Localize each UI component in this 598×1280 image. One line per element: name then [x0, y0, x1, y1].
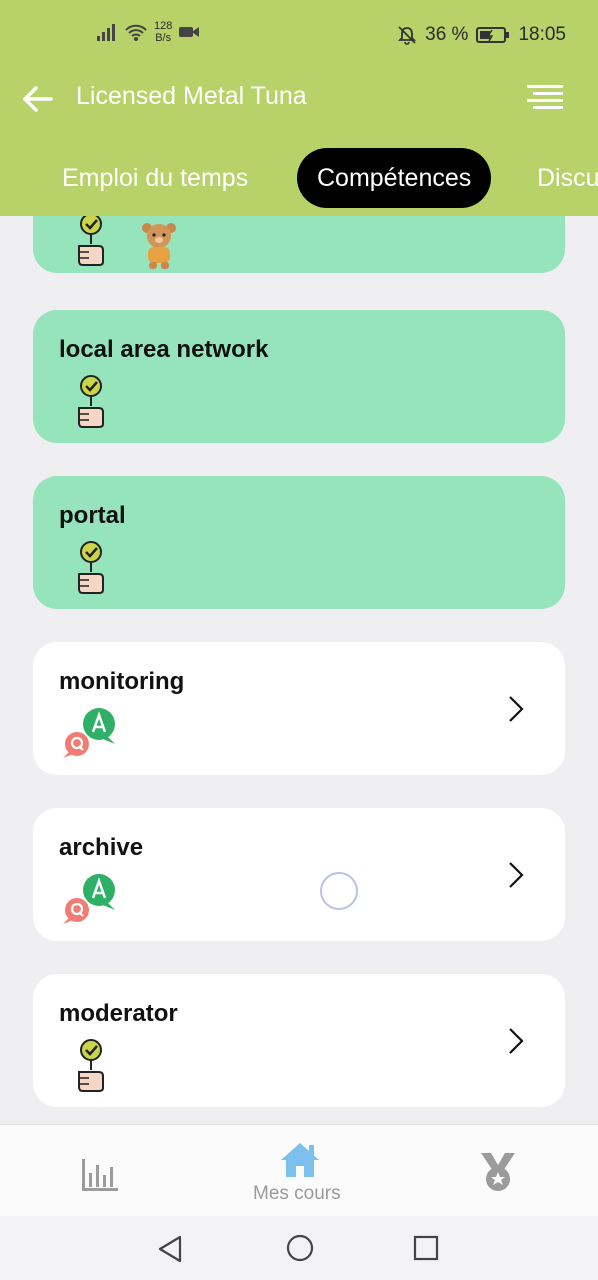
page-title: Licensed Metal Tuna [76, 82, 307, 110]
competence-list[interactable]: local area network portal monitoring arc… [0, 216, 598, 1124]
list-item[interactable]: local area network [33, 310, 565, 443]
list-item[interactable]: monitoring [33, 642, 565, 775]
net-speed: 128 B/s [154, 20, 172, 44]
chevron-right-icon[interactable] [507, 860, 525, 890]
status-bar: 128 B/s 36 % 18:05 [0, 0, 598, 70]
net-speed-value: 128 [154, 20, 173, 32]
tab-bar: Emploi du temps Compétences Discu [0, 148, 598, 208]
item-title: local area network [59, 336, 269, 363]
tab-emploi-du-temps[interactable]: Emploi du temps [62, 148, 248, 208]
list-item[interactable]: archive [33, 808, 565, 941]
item-title: archive [59, 834, 144, 861]
bear-mascot-icon [142, 223, 176, 269]
menu-icon[interactable] [527, 84, 563, 112]
nav-recents-icon[interactable] [412, 1234, 440, 1262]
clock: 18:05 [518, 24, 566, 45]
item-title: monitoring [59, 668, 185, 695]
nav-back-icon[interactable] [156, 1234, 184, 1264]
list-item[interactable]: moderator [33, 974, 565, 1107]
back-arrow-icon[interactable] [20, 84, 54, 114]
video-icon [179, 27, 200, 37]
list-item[interactable] [33, 216, 565, 273]
bar-chart-icon[interactable] [80, 1155, 120, 1191]
qa-bubbles-icon [63, 708, 115, 758]
bell-off-icon [397, 26, 417, 45]
status-left: 128 B/s [96, 20, 200, 44]
competence-hand-icon [78, 216, 104, 266]
item-title: portal [59, 502, 126, 529]
chevron-right-icon[interactable] [507, 1026, 525, 1056]
loading-spinner [320, 872, 358, 910]
competence-hand-icon [78, 1039, 104, 1092]
medal-icon[interactable] [477, 1151, 519, 1193]
app-bar: Licensed Metal Tuna Emploi du temps Comp… [0, 70, 598, 216]
list-item[interactable]: portal [33, 476, 565, 609]
bottom-nav: Mes cours [0, 1124, 598, 1216]
system-nav-bar [0, 1216, 598, 1280]
tab-competences[interactable]: Compétences [297, 148, 492, 208]
battery-icon [476, 27, 510, 43]
competence-hand-icon [78, 541, 104, 594]
net-speed-unit: B/s [155, 32, 172, 44]
home-icon[interactable] [279, 1141, 321, 1179]
status-right: 36 % 18:05 [397, 24, 566, 46]
nav-label-mes-cours[interactable]: Mes cours [253, 1183, 341, 1205]
nav-home-icon[interactable] [285, 1233, 315, 1263]
battery-percent: 36 % [425, 24, 469, 45]
competence-hand-icon [78, 375, 104, 428]
item-title: moderator [59, 1000, 178, 1027]
wifi-icon [125, 24, 147, 41]
tab-discussions[interactable]: Discu [537, 148, 598, 208]
chevron-right-icon[interactable] [507, 694, 525, 724]
signal-icon [97, 24, 115, 41]
qa-bubbles-icon [63, 874, 115, 924]
